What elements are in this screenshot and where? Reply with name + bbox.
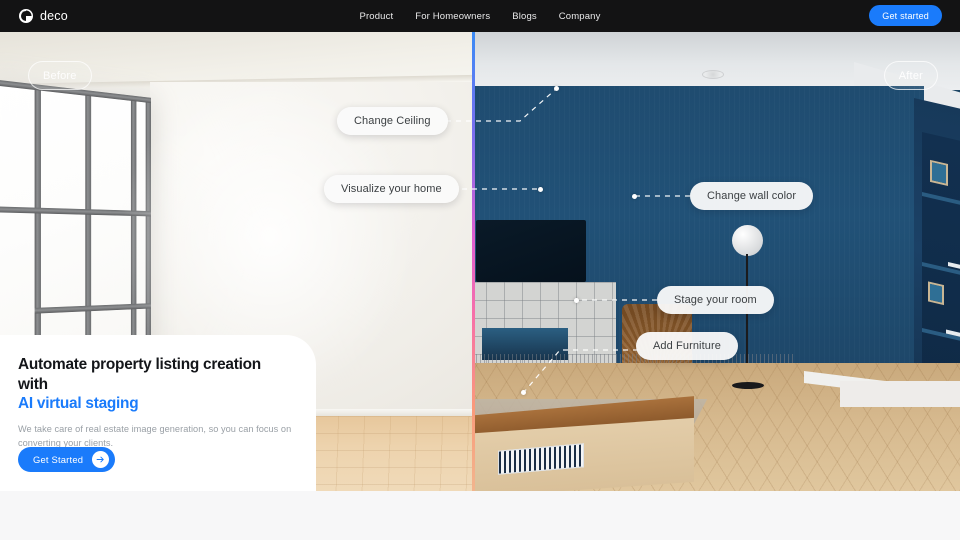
hero-copy-card: Automate property listing creation with … xyxy=(0,335,316,491)
before-after-slider-handle[interactable] xyxy=(472,32,475,491)
pill-add-furniture[interactable]: Add Furniture xyxy=(636,332,738,360)
pill-stage-your-room[interactable]: Stage your room xyxy=(657,286,774,314)
ceiling-downlight-icon xyxy=(702,70,724,79)
after-floor-lamp-base xyxy=(732,382,764,389)
connector-endpoint-dot xyxy=(632,194,637,199)
nav-item-for-homeowners[interactable]: For Homeowners xyxy=(415,11,490,22)
hero-title-line-1: Automate property listing creation with xyxy=(18,356,261,393)
nav-item-blogs[interactable]: Blogs xyxy=(512,11,537,22)
after-wall-nook-shelving xyxy=(922,132,960,393)
get-started-nav-button[interactable]: Get started xyxy=(869,5,942,26)
after-floor-lamp-head xyxy=(732,225,763,256)
hero-before-after-section: Before After Change Ceiling Visualize yo… xyxy=(0,32,960,491)
page-background-below-hero xyxy=(0,491,960,540)
after-wall-tv xyxy=(476,220,586,282)
deco-swirl-logo-icon xyxy=(18,8,34,24)
brand-name: deco xyxy=(40,9,68,23)
top-navigation-bar: deco Product For Homeowners Blogs Compan… xyxy=(0,0,960,32)
after-low-console xyxy=(840,381,960,407)
pill-visualize-your-home[interactable]: Visualize your home xyxy=(324,175,459,203)
hero-get-started-label: Get Started xyxy=(33,454,84,465)
hero-get-started-button[interactable]: Get Started xyxy=(18,447,116,472)
after-badge[interactable]: After xyxy=(883,61,938,90)
connector-endpoint-dot xyxy=(574,298,579,303)
nav-item-product[interactable]: Product xyxy=(360,11,394,22)
after-room-image xyxy=(474,32,960,491)
pill-change-wall-color[interactable]: Change wall color xyxy=(690,182,814,210)
brand-logo[interactable]: deco xyxy=(18,8,68,24)
connector-endpoint-dot xyxy=(554,86,559,91)
before-badge[interactable]: Before xyxy=(28,61,92,90)
nav-links: Product For Homeowners Blogs Company xyxy=(360,11,601,22)
hero-title-line-2: AI virtual staging xyxy=(18,395,139,413)
pill-change-ceiling[interactable]: Change Ceiling xyxy=(337,107,448,135)
hero-title: Automate property listing creation with … xyxy=(18,355,294,414)
arrow-right-icon xyxy=(92,451,110,468)
connector-endpoint-dot xyxy=(521,390,526,395)
connector-endpoint-dot xyxy=(538,187,543,192)
nav-item-company[interactable]: Company xyxy=(559,11,601,22)
